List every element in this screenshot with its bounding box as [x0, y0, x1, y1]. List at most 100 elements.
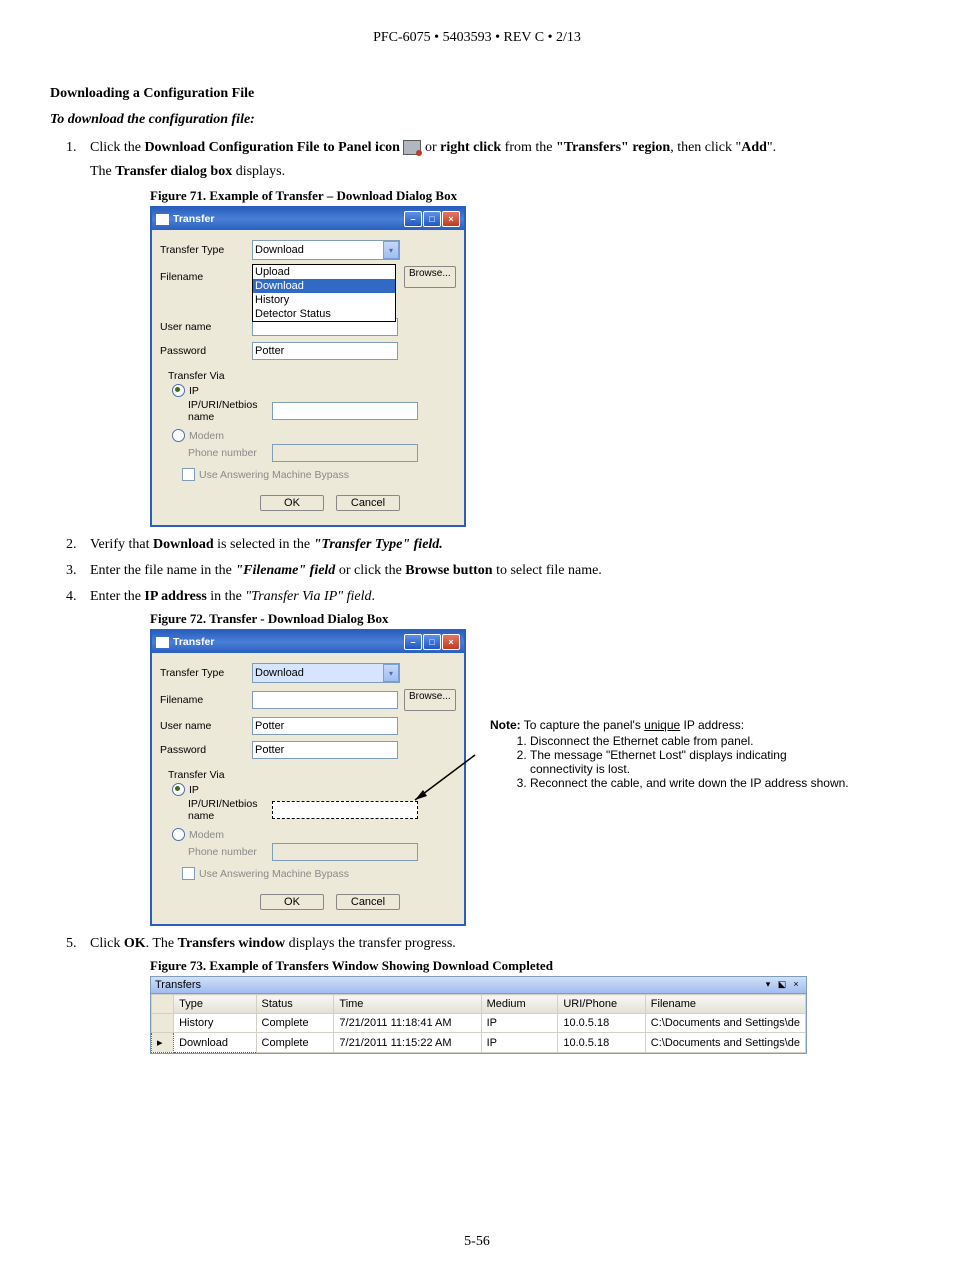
ip-input[interactable] — [272, 402, 418, 420]
minimize-button[interactable]: – — [404, 211, 422, 227]
username-input[interactable] — [252, 717, 398, 735]
table-row[interactable]: History Complete 7/21/2011 11:18:41 AM I… — [152, 1014, 806, 1033]
step-1: Click the Download Configuration File to… — [80, 140, 904, 527]
transfers-title-text: Transfers — [155, 979, 201, 991]
transfer-type-dropdown[interactable]: Upload Download History Detector Status — [252, 264, 396, 322]
radio-modem-label: Modem — [189, 829, 224, 841]
cancel-button[interactable]: Cancel — [336, 894, 400, 910]
browse-button[interactable]: Browse... — [404, 689, 456, 711]
transfer-via-label: Transfer Via — [168, 370, 456, 382]
radio-modem[interactable] — [172, 429, 185, 442]
note-item: The message "Ethernet Lost" displays ind… — [530, 748, 850, 776]
cell-status: Complete — [256, 1033, 334, 1053]
dialog-title: Transfer — [173, 213, 214, 225]
col-uri[interactable]: URI/Phone — [558, 995, 645, 1014]
chevron-down-icon[interactable]: ▾ — [383, 664, 399, 682]
password-input[interactable] — [252, 342, 398, 360]
bypass-checkbox[interactable] — [182, 468, 195, 481]
row-marker: ▸ — [152, 1033, 174, 1053]
col-filename[interactable]: Filename — [645, 995, 805, 1014]
filename-input[interactable] — [252, 691, 398, 709]
filename-label: Filename — [160, 694, 252, 706]
step-3: Enter the file name in the "Filename" fi… — [80, 563, 904, 579]
page-number: 5-56 — [50, 1234, 904, 1250]
password-input[interactable] — [252, 741, 398, 759]
close-button[interactable]: × — [442, 634, 460, 650]
transfer-dialog-fig71: Transfer – □ × Transfer Type Download ▾ — [150, 206, 466, 527]
transfer-via-label: Transfer Via — [168, 769, 456, 781]
transfer-type-select[interactable]: Download ▾ — [252, 240, 400, 260]
radio-ip[interactable] — [172, 783, 185, 796]
radio-ip-label: IP — [189, 385, 199, 397]
close-button[interactable]: × — [442, 211, 460, 227]
password-label: Password — [160, 744, 252, 756]
ok-button[interactable]: OK — [260, 495, 324, 511]
radio-ip-label: IP — [189, 784, 199, 796]
transfer-type-label: Transfer Type — [160, 667, 252, 679]
bypass-checkbox[interactable] — [182, 867, 195, 880]
titlebar: Transfer – □ × — [152, 208, 464, 230]
dropdown-icon[interactable]: ▾ — [762, 979, 774, 991]
minimize-button[interactable]: – — [404, 634, 422, 650]
cell-medium: IP — [481, 1014, 558, 1033]
radio-modem[interactable] — [172, 828, 185, 841]
radio-modem-label: Modem — [189, 430, 224, 442]
computer-icon — [403, 140, 421, 155]
col-status[interactable]: Status — [256, 995, 334, 1014]
browse-button[interactable]: Browse... — [404, 266, 456, 288]
cell-filename: C:\Documents and Settings\de — [645, 1014, 805, 1033]
cell-status: Complete — [256, 1014, 334, 1033]
ip-input-highlighted[interactable] — [272, 801, 418, 819]
cell-time: 7/21/2011 11:18:41 AM — [334, 1014, 481, 1033]
username-label: User name — [160, 720, 252, 732]
app-icon — [156, 214, 169, 225]
cell-filename: C:\Documents and Settings\de — [645, 1033, 805, 1053]
cell-time: 7/21/2011 11:15:22 AM — [334, 1033, 481, 1053]
note-item: Reconnect the cable, and write down the … — [530, 776, 850, 790]
cancel-button[interactable]: Cancel — [336, 495, 400, 511]
ip-note: Note: To capture the panel's unique IP a… — [490, 718, 850, 802]
transfer-type-select[interactable]: Download ▾ — [252, 663, 400, 683]
row-marker-header — [152, 995, 174, 1014]
close-icon[interactable]: × — [790, 979, 802, 991]
transfers-titlebar: Transfers ▾ ⬕ × — [151, 977, 806, 994]
note-item: Disconnect the Ethernet cable from panel… — [530, 734, 850, 748]
ip-field-label: IP/URI/Netbios name — [174, 798, 272, 822]
dialog-title: Transfer — [173, 636, 214, 648]
phone-label: Phone number — [174, 846, 272, 858]
transfers-window: Transfers ▾ ⬕ × Type Status Time Medium … — [150, 976, 807, 1054]
maximize-button[interactable]: □ — [423, 211, 441, 227]
step-5: Click OK. The Transfers window displays … — [80, 936, 904, 1054]
cell-medium: IP — [481, 1033, 558, 1053]
page-header: PFC-6075 • 5403593 • REV C • 2/13 — [50, 30, 904, 46]
phone-input[interactable] — [272, 843, 418, 861]
figure-71-caption: Figure 71. Example of Transfer – Downloa… — [150, 188, 904, 204]
app-icon — [156, 637, 169, 648]
table-row[interactable]: ▸ Download Complete 7/21/2011 11:15:22 A… — [152, 1033, 806, 1053]
figure-73-caption: Figure 73. Example of Transfers Window S… — [150, 958, 904, 974]
ok-button[interactable]: OK — [260, 894, 324, 910]
radio-ip[interactable] — [172, 384, 185, 397]
transfers-table: Type Status Time Medium URI/Phone Filena… — [151, 994, 806, 1053]
cell-type: History — [174, 1014, 256, 1033]
bypass-label: Use Answering Machine Bypass — [199, 469, 349, 481]
cell-uri: 10.0.5.18 — [558, 1033, 645, 1053]
ip-field-label: IP/URI/Netbios name — [174, 399, 272, 423]
cell-uri: 10.0.5.18 — [558, 1014, 645, 1033]
dropdown-detector-status[interactable]: Detector Status — [253, 307, 395, 321]
maximize-button[interactable]: □ — [423, 634, 441, 650]
transfer-dialog-fig72: Transfer – □ × Transfer Type Download ▾ — [150, 629, 466, 926]
phone-input[interactable] — [272, 444, 418, 462]
col-medium[interactable]: Medium — [481, 995, 558, 1014]
bypass-label: Use Answering Machine Bypass — [199, 868, 349, 880]
chevron-down-icon[interactable]: ▾ — [383, 241, 399, 259]
section-title: Downloading a Configuration File — [50, 86, 904, 102]
dropdown-upload[interactable]: Upload — [253, 265, 395, 279]
col-time[interactable]: Time — [334, 995, 481, 1014]
password-label: Password — [160, 345, 252, 357]
pin-icon[interactable]: ⬕ — [776, 979, 788, 991]
phone-label: Phone number — [174, 447, 272, 459]
dropdown-history[interactable]: History — [253, 293, 395, 307]
col-type[interactable]: Type — [174, 995, 256, 1014]
dropdown-download[interactable]: Download — [253, 279, 395, 293]
